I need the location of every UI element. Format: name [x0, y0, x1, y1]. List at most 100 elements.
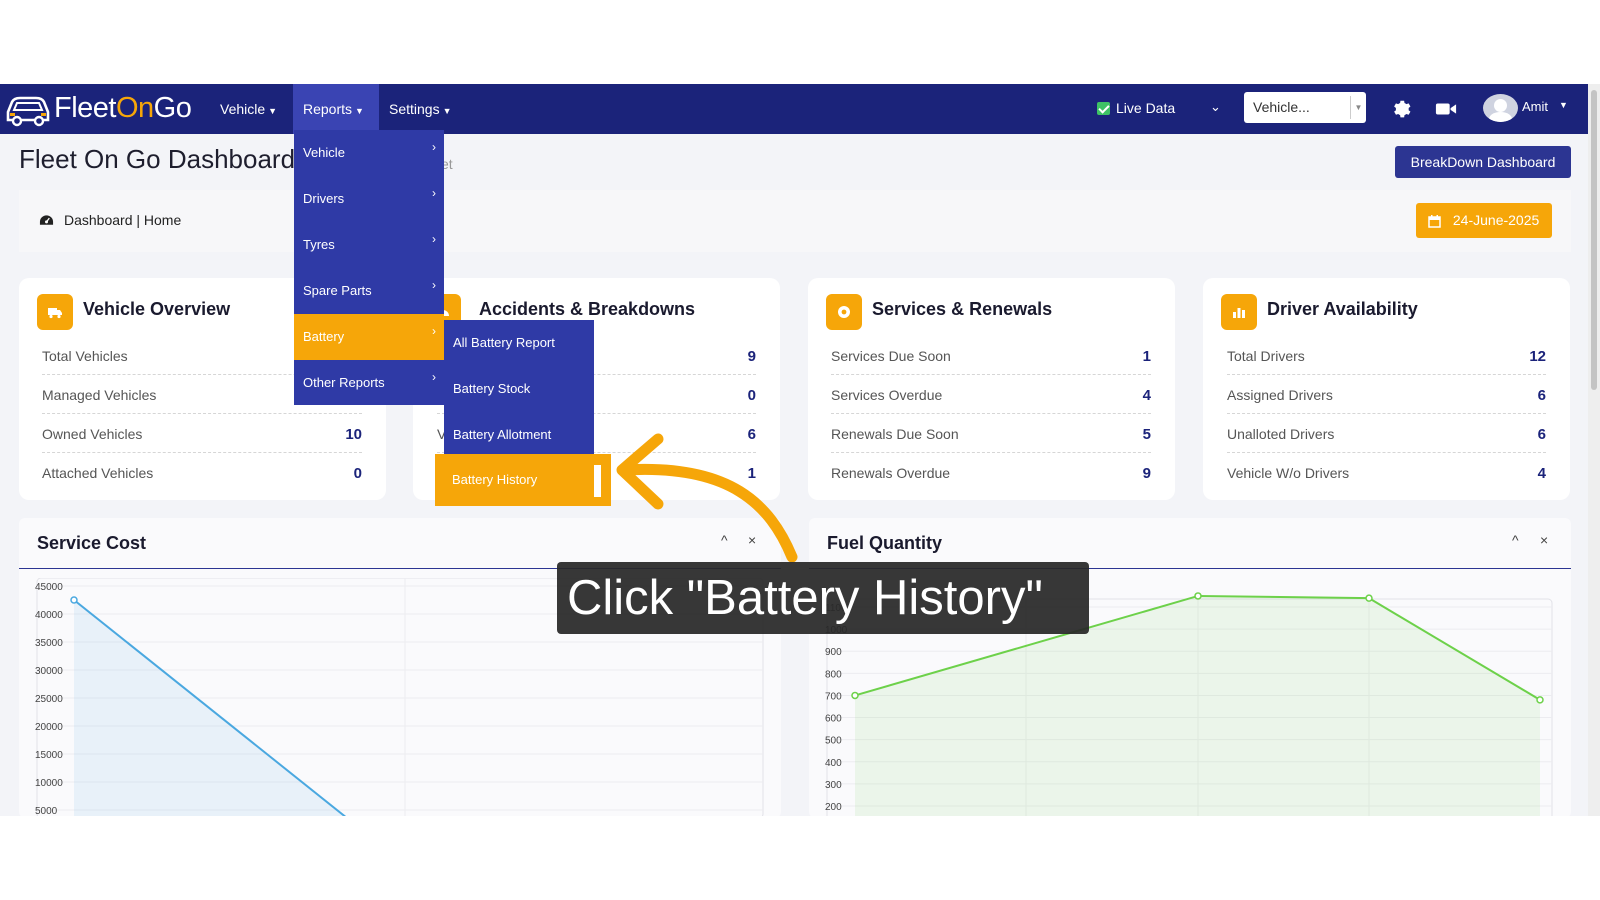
y-tick-label: 20000 [35, 722, 63, 733]
car-icon [6, 96, 50, 127]
page-scrollbar[interactable] [1588, 84, 1600, 816]
nav-vehicle[interactable]: Vehicle ▼ [210, 84, 287, 134]
stat-value: 12 [1529, 348, 1546, 365]
y-tick-label: 40000 [35, 610, 63, 621]
panel-title: Fuel Quantity [827, 533, 943, 553]
page-title: Fleet On Go Dashboard [19, 144, 296, 174]
nav-reports[interactable]: Reports ▼ [293, 84, 379, 134]
chevron-right-icon: › [432, 370, 436, 384]
menu-item-label: Spare Parts [303, 283, 372, 298]
scrollbar-thumb[interactable] [1591, 90, 1597, 390]
stat-label: Total Vehicles [42, 348, 128, 364]
live-data-label: Live Data [1116, 100, 1176, 116]
y-tick-label: 800 [825, 669, 842, 680]
stat-row[interactable]: Owned Vehicles 10 [42, 414, 362, 453]
data-point [1536, 696, 1544, 704]
card-driver-availability: Driver Availability Total Drivers 12 Assi… [1203, 278, 1570, 500]
gear-icon[interactable] [1389, 98, 1411, 120]
collapse-icon[interactable]: ^ [1512, 532, 1519, 548]
logo-part-fleet: Fleet [54, 92, 116, 124]
stat-row[interactable]: Assigned Drivers 6 [1227, 375, 1546, 414]
stat-row[interactable]: Attached Vehicles 0 [42, 453, 362, 492]
menu-item-label: Drivers [303, 191, 345, 206]
stat-value: 9 [1142, 465, 1151, 482]
instruction-callout: Click "Battery History" [557, 562, 1089, 634]
menu-item-label: Other Reports [303, 375, 385, 390]
checkbox-checked-icon[interactable] [1097, 101, 1110, 115]
nav-settings-label: Settings [389, 101, 440, 117]
y-tick-label: 600 [825, 714, 842, 725]
data-point [1194, 592, 1202, 600]
y-tick-label: 5000 [35, 806, 58, 816]
stat-label: Assigned Drivers [1227, 387, 1333, 403]
close-icon[interactable]: × [1540, 532, 1548, 548]
user-name[interactable]: Amit [1522, 99, 1548, 114]
submenu-item-battery-stock[interactable]: Battery Stock [444, 366, 594, 412]
breadcrumb-text[interactable]: Dashboard | Home [64, 212, 181, 228]
close-icon[interactable]: × [748, 532, 756, 548]
submenu-item-label: Battery History [452, 472, 538, 487]
menu-item-label: Battery [303, 329, 345, 344]
menu-item-tyres[interactable]: Tyres › [294, 222, 444, 268]
bar-chart-icon [1221, 294, 1257, 330]
app-logo[interactable]: FleetOnGo [4, 90, 199, 128]
calendar-icon [1428, 214, 1441, 228]
menu-item-other-reports[interactable]: Other Reports › [294, 360, 444, 406]
vehicle-select[interactable]: Vehicle... ▼ [1244, 92, 1366, 123]
data-point [70, 596, 78, 604]
chevron-down-icon[interactable]: ⌄ [1210, 99, 1221, 115]
stat-row[interactable]: Vehicle W/o Drivers 4 [1227, 453, 1546, 492]
y-tick-label: 25000 [35, 694, 63, 705]
menu-item-drivers[interactable]: Drivers › [294, 176, 444, 222]
panel-title: Service Cost [37, 533, 147, 553]
submenu-item-battery-history[interactable]: Battery History [435, 454, 611, 506]
breakdown-dashboard-button[interactable]: BreakDown Dashboard [1395, 146, 1571, 178]
stat-value: 0 [353, 465, 362, 482]
chevron-down-icon: ▼ [442, 106, 452, 116]
menu-item-vehicle[interactable]: Vehicle › [294, 130, 444, 176]
collapse-icon[interactable]: ^ [721, 532, 728, 548]
y-tick-label: 500 [825, 736, 842, 747]
top-navbar: FleetOnGo Vehicle ▼ Reports ▼ Settings ▼ Li… [0, 84, 1588, 134]
video-camera-icon[interactable] [1435, 100, 1457, 118]
menu-item-spare-parts[interactable]: Spare Parts › [294, 268, 444, 314]
breadcrumb: Dashboard | Home [39, 212, 181, 228]
stat-label: Renewals Overdue [831, 465, 951, 481]
stat-label: Owned Vehicles [42, 426, 143, 442]
reports-dropdown-menu: Vehicle › Drivers › Tyres › Spare Parts › Ba… [294, 130, 444, 405]
stat-value: 9 [747, 348, 756, 365]
live-data-toggle[interactable]: Live Data [1097, 100, 1175, 116]
user-avatar-icon[interactable] [1483, 94, 1518, 122]
logo-wordmark: FleetOnGo [54, 92, 192, 125]
stat-row[interactable]: Services Due Soon 1 [831, 336, 1151, 375]
stat-value: 5 [1142, 426, 1151, 443]
submenu-item-all-battery-report[interactable]: All Battery Report [444, 320, 594, 366]
stat-value: 6 [1537, 426, 1546, 443]
submenu-item-battery-allotment[interactable]: Battery Allotment [444, 412, 594, 458]
stat-row[interactable]: Renewals Due Soon 5 [831, 414, 1151, 453]
nav-vehicle-label: Vehicle [220, 101, 266, 117]
logo-part-go: Go [153, 92, 192, 124]
card-title: Vehicle Overview [83, 299, 231, 319]
date-picker-button[interactable]: 24-June-2025 [1416, 203, 1552, 238]
stat-label: Services Overdue [831, 387, 943, 403]
nav-settings[interactable]: Settings ▼ [379, 84, 462, 134]
dashboard-app: FleetOnGo Vehicle ▼ Reports ▼ Settings ▼ Li… [0, 84, 1588, 816]
card-title: Driver Availability [1267, 299, 1418, 319]
chevron-right-icon: › [432, 186, 436, 200]
stat-value: 10 [345, 426, 362, 443]
stat-value: 6 [747, 426, 756, 443]
stat-value: 6 [1537, 387, 1546, 404]
stat-row[interactable]: Unalloted Drivers 6 [1227, 414, 1546, 453]
chevron-right-icon: › [432, 278, 436, 292]
stat-row[interactable]: Services Overdue 4 [831, 375, 1151, 414]
y-tick-label: 700 [825, 691, 842, 702]
truck-icon [37, 294, 73, 330]
stat-value: 0 [747, 387, 756, 404]
dropdown-arrow-icon[interactable]: ▼ [1350, 96, 1366, 119]
data-point [851, 691, 859, 700]
chevron-down-icon[interactable]: ▼ [1559, 100, 1568, 110]
stat-row[interactable]: Renewals Overdue 9 [831, 453, 1151, 492]
menu-item-battery[interactable]: Battery › [294, 314, 444, 360]
stat-row[interactable]: Total Drivers 12 [1227, 336, 1546, 375]
